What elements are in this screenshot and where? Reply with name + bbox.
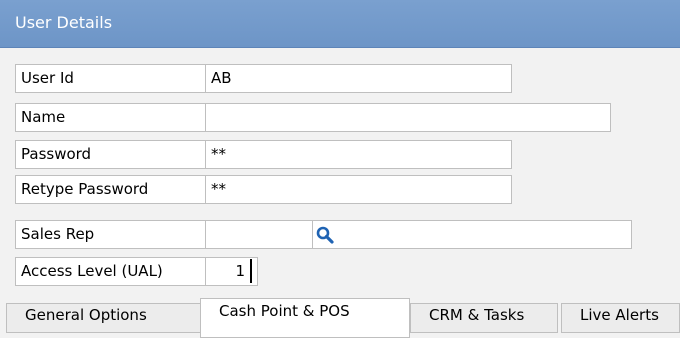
password-field[interactable]: ** — [205, 140, 512, 169]
retype-password-field[interactable]: ** — [205, 175, 512, 204]
tab-live-alerts[interactable]: Live Alerts — [561, 303, 680, 333]
tab-cash-point-pos[interactable]: Cash Point & POS — [200, 298, 410, 338]
search-icon[interactable] — [316, 226, 334, 244]
retype-password-label: Retype Password — [15, 175, 206, 204]
panel-header: User Details — [0, 0, 680, 48]
tab-crm-tasks[interactable]: CRM & Tasks — [410, 303, 558, 333]
name-label: Name — [15, 103, 206, 132]
access-level-label: Access Level (UAL) — [15, 257, 206, 286]
sales-rep-lookup-field[interactable] — [312, 220, 632, 249]
sales-rep-label: Sales Rep — [15, 220, 206, 249]
panel-title: User Details — [15, 13, 113, 32]
user-id-field[interactable]: AB — [205, 64, 512, 93]
user-id-label: User Id — [15, 64, 206, 93]
name-field[interactable] — [205, 103, 611, 132]
tab-bar: General Options CRM & Tasks Live Alerts … — [0, 298, 680, 338]
tab-general-options[interactable]: General Options — [6, 303, 203, 333]
text-caret — [250, 259, 252, 283]
password-label: Password — [15, 140, 206, 169]
sales-rep-field[interactable] — [205, 220, 313, 249]
